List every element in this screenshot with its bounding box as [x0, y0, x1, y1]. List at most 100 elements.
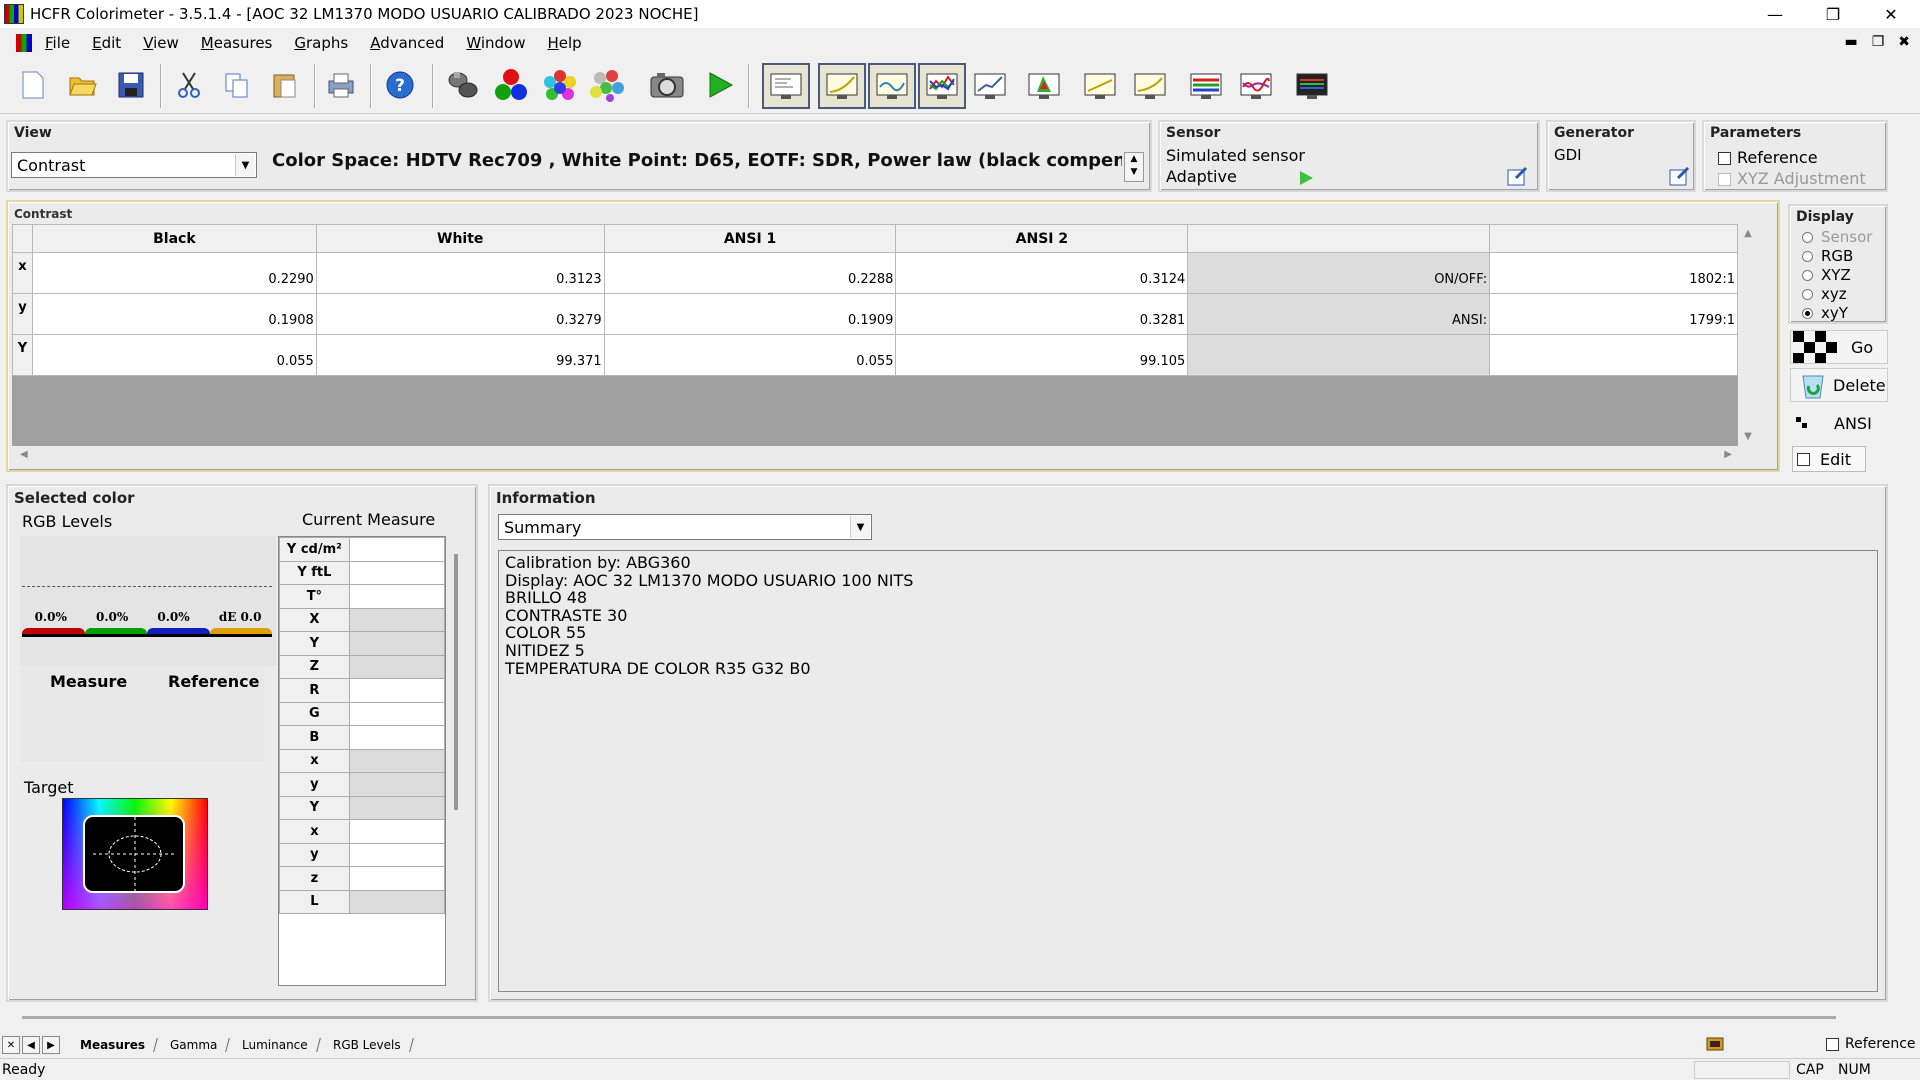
table-cell[interactable]: 0.2290: [31, 252, 317, 294]
menu-item-view[interactable]: View: [132, 34, 190, 52]
cut-icon[interactable]: [170, 66, 208, 104]
menu-item-advanced[interactable]: Advanced: [359, 34, 455, 52]
colors-icon[interactable]: [540, 66, 578, 104]
table-cell[interactable]: 1802:1: [1489, 252, 1738, 294]
display-option-xyz[interactable]: xyz: [1802, 285, 1872, 304]
table-cell[interactable]: 0.3279: [315, 293, 605, 335]
main-hscrollbar[interactable]: [22, 1016, 1836, 1019]
graph-icon[interactable]: [1078, 64, 1122, 108]
column-header[interactable]: White: [315, 224, 605, 253]
contrast-vscrollbar[interactable]: ▲ ▼: [1738, 224, 1758, 446]
tab-gamma[interactable]: Gamma: [158, 1038, 231, 1052]
color-temp-icon[interactable]: [1184, 64, 1228, 108]
radio-button[interactable]: [1802, 289, 1813, 300]
table-cell[interactable]: 0.3124: [895, 252, 1189, 294]
delete-button[interactable]: Delete: [1790, 368, 1888, 402]
reference-checkbox[interactable]: Reference: [1718, 148, 1818, 167]
palette-icon[interactable]: [588, 66, 626, 104]
display-option-rgb[interactable]: RGB: [1802, 247, 1872, 266]
table-cell[interactable]: 0.2288: [603, 252, 897, 294]
close-button[interactable]: ✕: [1862, 0, 1920, 28]
tab-close-button[interactable]: ✕: [2, 1036, 20, 1054]
tab-next-button[interactable]: ▶: [42, 1036, 60, 1054]
ansi-button[interactable]: ANSI: [1790, 408, 1888, 438]
chevron-down-icon[interactable]: ▼: [235, 154, 255, 176]
menu-item-measures[interactable]: Measures: [190, 34, 284, 52]
table-cell[interactable]: ON/OFF:: [1187, 252, 1491, 294]
app-icon[interactable]: [4, 4, 24, 24]
restore-button[interactable]: ❐: [1804, 0, 1862, 28]
print-icon[interactable]: [322, 66, 360, 104]
paste-icon[interactable]: [266, 66, 304, 104]
copy-icon[interactable]: [218, 66, 256, 104]
table-cell[interactable]: 0.3123: [315, 252, 605, 294]
gamma-graph-icon[interactable]: [818, 63, 866, 109]
radio-button[interactable]: [1802, 308, 1813, 319]
mdi-close-button[interactable]: ✖: [1898, 34, 1910, 50]
table-cell[interactable]: [1489, 334, 1738, 376]
display-option-xyy[interactable]: xyY: [1802, 304, 1872, 323]
view-select[interactable]: Contrast ▼: [11, 152, 257, 178]
new-icon[interactable]: [14, 66, 52, 104]
column-header[interactable]: [1187, 224, 1491, 253]
sensor-config-icon[interactable]: [1506, 166, 1530, 192]
column-header[interactable]: ANSI 1: [603, 224, 897, 253]
minimize-button[interactable]: —: [1746, 0, 1804, 28]
mdi-restore-button[interactable]: ❐: [1872, 34, 1885, 50]
table-cell[interactable]: 0.3281: [895, 293, 1189, 335]
tab-prev-button[interactable]: ◀: [22, 1036, 40, 1054]
radio-button[interactable]: [1802, 270, 1813, 281]
column-header[interactable]: Black: [31, 224, 317, 253]
menu-item-graphs[interactable]: Graphs: [283, 34, 359, 52]
tab-measures[interactable]: Measures: [68, 1038, 158, 1052]
menu-item-edit[interactable]: Edit: [81, 34, 132, 52]
deltae-graph-icon[interactable]: [968, 64, 1012, 108]
table-cell[interactable]: 99.105: [895, 334, 1189, 376]
mdi-minimize-button[interactable]: ▬: [1844, 34, 1857, 50]
table-cell[interactable]: ANSI:: [1187, 293, 1491, 335]
rgb-icon[interactable]: [492, 66, 530, 104]
help-icon[interactable]: ?: [381, 66, 419, 104]
display-option-xyz[interactable]: XYZ: [1802, 266, 1872, 285]
tab-rgb-levels[interactable]: RGB Levels: [321, 1038, 414, 1052]
tab-luminance[interactable]: Luminance: [230, 1038, 321, 1052]
table-cell[interactable]: 1799:1: [1489, 293, 1738, 335]
menu-item-window[interactable]: Window: [455, 34, 536, 52]
cie-graph-icon[interactable]: [1022, 64, 1066, 108]
view-icon[interactable]: [762, 63, 810, 109]
radio-button[interactable]: [1802, 251, 1813, 262]
table-cell[interactable]: 0.1908: [31, 293, 317, 335]
colorspace-spin[interactable]: ▲ ▼: [1124, 152, 1144, 182]
table-cell[interactable]: 0.055: [603, 334, 897, 376]
table-cell[interactable]: 0.055: [31, 334, 317, 376]
rgb-graph-icon[interactable]: [918, 63, 966, 109]
open-icon[interactable]: [64, 66, 102, 104]
edit-checkbox[interactable]: Edit: [1792, 446, 1866, 472]
menu-item-file[interactable]: File: [34, 34, 81, 52]
status-reference-checkbox[interactable]: Reference: [1826, 1036, 1916, 1052]
luminance-graph-icon[interactable]: [868, 63, 916, 109]
info-text-area[interactable]: Calibration by: ABG360 Display: AOC 32 LM…: [498, 550, 1878, 992]
monitor-icon[interactable]: [1290, 64, 1334, 108]
status-reference-box[interactable]: [1826, 1037, 1839, 1051]
table-cell[interactable]: 99.371: [315, 334, 605, 376]
reference-checkbox-box[interactable]: [1718, 152, 1731, 165]
camera-icon[interactable]: [648, 66, 686, 104]
spectrum-icon[interactable]: [1234, 64, 1278, 108]
sensor-icon[interactable]: [444, 66, 482, 104]
contrast-hscrollbar[interactable]: ◀ ▶: [12, 446, 1738, 466]
edit-checkbox-box[interactable]: [1797, 452, 1810, 466]
row-header[interactable]: y: [12, 293, 33, 335]
go-button[interactable]: Go: [1790, 330, 1888, 364]
info-select[interactable]: Summary ▼: [498, 514, 872, 540]
play-icon[interactable]: [700, 66, 738, 104]
row-header[interactable]: Y: [12, 334, 33, 376]
chevron-down-icon[interactable]: ▼: [850, 516, 870, 538]
column-header[interactable]: [1489, 224, 1738, 253]
measure-scrollbar[interactable]: [454, 554, 458, 810]
graph2-icon[interactable]: [1128, 64, 1172, 108]
doc-icon[interactable]: [16, 34, 32, 52]
save-icon[interactable]: [112, 66, 150, 104]
menu-item-help[interactable]: Help: [536, 34, 592, 52]
play-sensor-icon[interactable]: [1298, 170, 1314, 190]
